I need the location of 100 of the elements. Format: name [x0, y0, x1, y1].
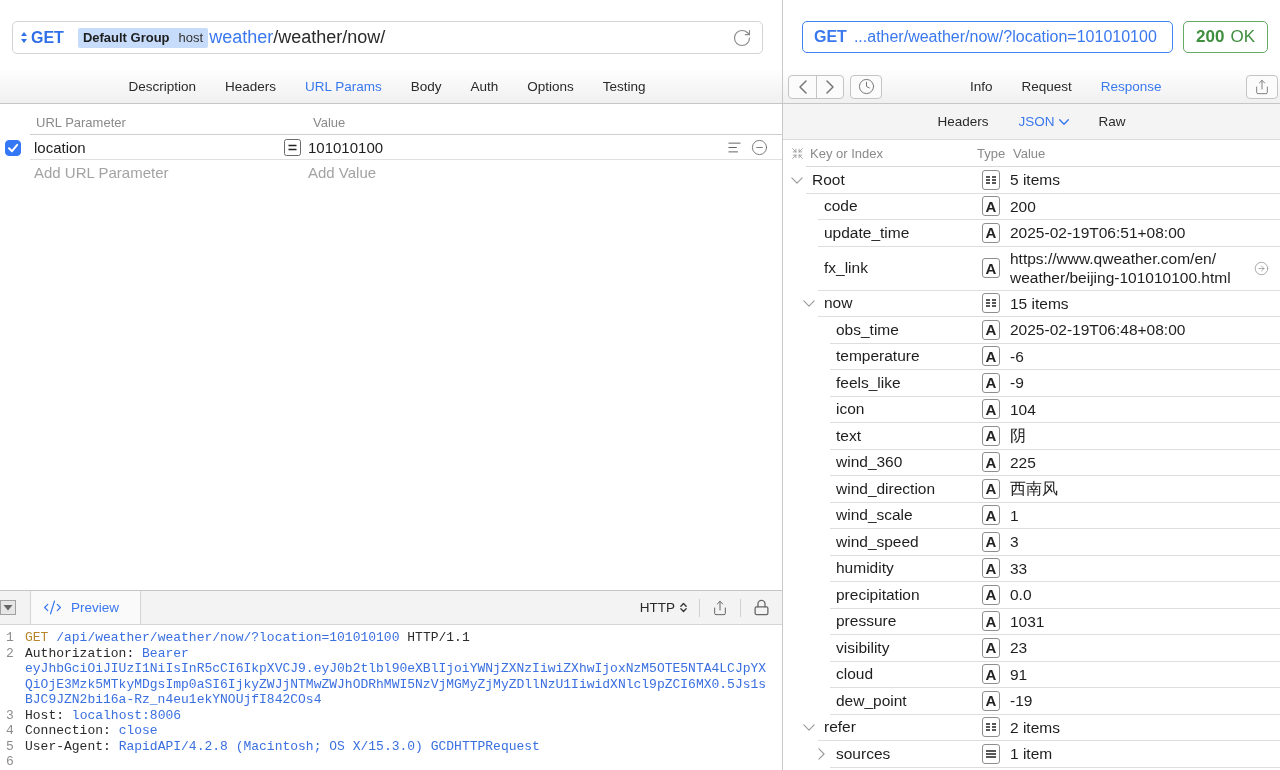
tab[interactable]: JSON	[1018, 114, 1069, 129]
dropdown-toggle-icon[interactable]	[0, 600, 16, 615]
method-label: GET	[814, 28, 847, 46]
tab[interactable]: Request	[1021, 79, 1072, 94]
tree-value: 1	[1010, 505, 1020, 525]
tree-value: 2025-02-19T06:51+08:00	[1010, 223, 1187, 243]
type-label: A	[982, 690, 1000, 711]
tree-key: Root	[812, 170, 982, 189]
collapse-all-icon[interactable]	[790, 147, 804, 160]
tree-key: wind_speed	[836, 532, 982, 551]
group-label: Default Group	[82, 29, 170, 45]
columns-list-icon	[982, 717, 1000, 738]
tree-key: pressure	[836, 612, 982, 631]
tree-value: 5 items	[1010, 170, 1061, 190]
type-label: A	[982, 258, 1000, 278]
tab[interactable]: Body	[410, 79, 442, 94]
type-label: A	[982, 452, 1000, 473]
status-code: 200	[1196, 27, 1225, 47]
tree-key: text	[836, 426, 982, 445]
arrow-circle-icon	[1254, 260, 1269, 276]
list-icon	[982, 743, 1000, 764]
tab[interactable]: Response	[1100, 79, 1162, 94]
tree-key: feels_like	[836, 373, 982, 392]
method-selector[interactable]: GET	[21, 28, 64, 47]
share-button[interactable]	[1246, 74, 1278, 99]
type-label: A	[982, 478, 1000, 499]
type-label: A	[982, 222, 1000, 243]
tab[interactable]: Testing	[602, 79, 646, 94]
up-down-chevron-icon	[680, 602, 687, 613]
minus-circle-icon	[751, 138, 768, 156]
remove-button[interactable]	[751, 138, 768, 156]
checkbox[interactable]	[5, 139, 21, 156]
type-label: A	[982, 664, 1000, 685]
tree-value: 91	[1010, 664, 1029, 684]
host-token[interactable]: Default Group host	[77, 27, 209, 48]
host-label: host	[178, 29, 204, 45]
chevron-down-icon[interactable]	[803, 724, 815, 732]
tree-value: 0.0	[1010, 585, 1033, 605]
reload-icon	[732, 27, 752, 48]
type-label: A	[982, 505, 1000, 526]
tab[interactable]: Description	[128, 79, 196, 94]
parameter-name[interactable]: location	[34, 138, 284, 156]
history-button[interactable]	[850, 74, 882, 99]
column-header: Key or Index	[810, 145, 884, 161]
request-summary[interactable]: GET ...ather/weather/now/?location=101010100	[802, 21, 1173, 53]
tree-value: -6	[1010, 346, 1025, 366]
tree-value: 阴	[1010, 426, 1027, 446]
share-icon	[712, 599, 728, 616]
tree-key: obs_time	[836, 320, 982, 339]
tree-key: icon	[836, 400, 982, 419]
tab[interactable]: Auth	[470, 79, 499, 94]
tree-value: https://www.qweather.com/en/weather/beijing-101010100.html	[1010, 249, 1232, 287]
chevron-right-icon[interactable]	[817, 748, 825, 761]
parameter-value[interactable]: 101010100	[308, 138, 727, 156]
text-options-button[interactable]	[727, 139, 742, 155]
parameter-value-input[interactable]: Add Value	[308, 164, 508, 181]
type-label: A	[982, 196, 1000, 217]
chevron-down-icon[interactable]	[803, 300, 815, 308]
type-label: A	[982, 558, 1000, 579]
lock-button[interactable]	[753, 599, 770, 616]
url-bar[interactable]: GET Default Group host weather/weather/now/	[12, 21, 763, 54]
reload-button[interactable]	[732, 27, 752, 48]
tab[interactable]: Headers	[224, 79, 276, 94]
tree-key: temperature	[836, 347, 982, 366]
type-label: A	[982, 425, 1000, 446]
tree-value: 2025-02-19T06:48+08:00	[1010, 320, 1187, 340]
preview-tab[interactable]: Preview	[30, 591, 141, 624]
tab[interactable]: Info	[970, 79, 993, 94]
code-line: User-Agent: RapidAPI/4.2.8 (Macintosh; OS X/15.3.0) GCDHTTPRequest	[25, 738, 541, 754]
type-label: A	[982, 346, 1000, 367]
tree-value: 33	[1010, 558, 1029, 578]
line-number: 6	[5, 754, 15, 770]
tab[interactable]: Headers	[937, 114, 989, 129]
format-selector[interactable]: HTTP	[639, 600, 687, 615]
request-url: ...ather/weather/now/?location=101010100	[853, 28, 1157, 46]
lines-icon	[727, 139, 742, 155]
tree-key: cloud	[836, 665, 982, 684]
tab[interactable]: URL Params	[304, 79, 382, 94]
tree-value: -9	[1010, 373, 1025, 393]
share-button[interactable]	[712, 599, 728, 616]
tree-value: 3	[1010, 532, 1020, 552]
tab[interactable]: Raw	[1098, 114, 1126, 129]
tab[interactable]: Options	[527, 79, 574, 94]
url-path[interactable]: weather/weather/now/	[209, 27, 386, 48]
clock-icon	[857, 78, 875, 95]
tree-value: 西南风	[1010, 479, 1059, 499]
columns-list-icon	[982, 293, 1000, 314]
chevron-down-icon[interactable]	[791, 176, 803, 184]
code-line: Connection: close	[25, 723, 159, 739]
equals-icon[interactable]	[284, 138, 301, 156]
type-label: A	[982, 584, 1000, 605]
tree-value: 1 item	[1010, 744, 1054, 764]
tree-key: refer	[824, 718, 982, 737]
line-number: 3	[5, 707, 15, 723]
tree-value: 1031	[1010, 611, 1046, 631]
tree-key: dew_point	[836, 691, 982, 710]
parameter-name-input[interactable]: Add URL Parameter	[34, 164, 234, 181]
tree-key: wind_direction	[836, 479, 982, 498]
columns-list-icon	[982, 169, 1000, 190]
tree-key: now	[824, 294, 982, 313]
